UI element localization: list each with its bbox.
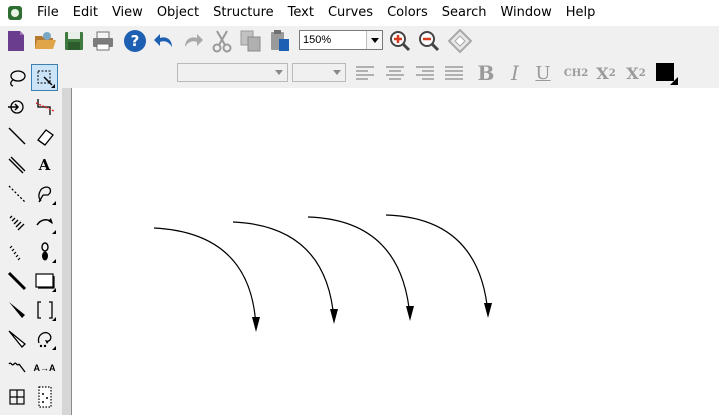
- chemical-symbols-tool[interactable]: [31, 325, 58, 352]
- copy-icon[interactable]: [238, 28, 264, 54]
- arrow-tool[interactable]: [31, 209, 58, 236]
- undo-icon[interactable]: [151, 28, 177, 54]
- table-tool[interactable]: [3, 383, 30, 410]
- help-icon[interactable]: ?: [122, 28, 148, 54]
- menu-structure[interactable]: Structure: [206, 0, 280, 26]
- align-center-icon[interactable]: [383, 61, 407, 85]
- menu-view[interactable]: View: [105, 0, 150, 26]
- curved-arrow[interactable]: [232, 221, 338, 324]
- menu-curves[interactable]: Curves: [321, 0, 380, 26]
- menu-object[interactable]: Object: [150, 0, 206, 26]
- menu-bar: File Edit View Object Structure Text Cur…: [0, 0, 719, 26]
- format-toolbar: B I U CH2 X2 X2: [62, 58, 719, 88]
- mass-fragmentation-tool[interactable]: [31, 93, 58, 120]
- wavy-bond-tool[interactable]: [3, 354, 30, 381]
- solid-bond-tool[interactable]: [3, 122, 30, 149]
- align-right-icon[interactable]: [413, 61, 437, 85]
- dashed-bond-tool[interactable]: [3, 180, 30, 207]
- menu-text[interactable]: Text: [281, 0, 321, 26]
- app-icon[interactable]: [8, 6, 22, 20]
- tlc-plate-tool[interactable]: [31, 383, 58, 410]
- font-select[interactable]: [177, 63, 288, 82]
- curved-arrow[interactable]: [307, 216, 414, 321]
- curved-arrow[interactable]: [153, 227, 260, 332]
- superscript-label: X: [626, 63, 639, 83]
- palette-splitter[interactable]: [62, 88, 71, 415]
- wedge-bond-tool[interactable]: [3, 296, 30, 323]
- save-icon[interactable]: [61, 28, 87, 54]
- double-bond-tool[interactable]: [3, 151, 30, 178]
- formula-button[interactable]: CH2: [562, 61, 590, 85]
- zoom-out-icon[interactable]: [416, 28, 442, 54]
- superscript-button[interactable]: X2: [622, 61, 650, 85]
- subscript-digit: 2: [608, 67, 616, 79]
- find-replace-tool[interactable]: A→A: [31, 354, 58, 381]
- chemdraw-window: File Edit View Object Structure Text Cur…: [0, 0, 719, 415]
- curved-arrow[interactable]: [385, 214, 492, 318]
- replace-tool-label: A→A: [33, 362, 56, 373]
- hashed-wedge-tool[interactable]: [3, 209, 30, 236]
- zoom-value: 150%: [303, 34, 332, 46]
- marquee-tool[interactable]: [31, 64, 58, 91]
- menu-window[interactable]: Window: [493, 0, 558, 26]
- bracket-tool[interactable]: [31, 296, 58, 323]
- subscript-button[interactable]: X2: [592, 61, 620, 85]
- menu-file[interactable]: File: [30, 0, 66, 26]
- redo-icon[interactable]: [180, 28, 206, 54]
- superscript-digit: 2: [638, 67, 646, 79]
- menu-edit[interactable]: Edit: [66, 0, 105, 26]
- zoom-in-icon[interactable]: [387, 28, 413, 54]
- text-color-swatch[interactable]: [656, 63, 678, 85]
- zoom-select[interactable]: 150%: [299, 30, 383, 50]
- lasso-tool[interactable]: [3, 64, 30, 91]
- new-document-icon[interactable]: [3, 28, 29, 54]
- print-icon[interactable]: [90, 28, 116, 54]
- svg-text:?: ?: [131, 32, 140, 50]
- bold-button[interactable]: B: [474, 61, 498, 85]
- hollow-wedge-tool[interactable]: [3, 325, 30, 352]
- menu-help[interactable]: Help: [559, 0, 603, 26]
- justify-icon[interactable]: [442, 61, 466, 85]
- menu-colors[interactable]: Colors: [380, 0, 435, 26]
- drawing-elements-tool[interactable]: [31, 267, 58, 294]
- cut-icon[interactable]: [209, 28, 235, 54]
- italic-button[interactable]: I: [503, 61, 527, 85]
- chevron-down-icon[interactable]: [329, 65, 344, 80]
- text-tool[interactable]: A: [31, 151, 58, 178]
- chevron-down-icon[interactable]: [366, 31, 382, 49]
- main-toolbar: ? 150%: [0, 26, 719, 56]
- bold-bond-tool[interactable]: [3, 267, 30, 294]
- eraser-tool[interactable]: [31, 122, 58, 149]
- fit-window-icon[interactable]: [447, 28, 473, 54]
- align-left-icon[interactable]: [353, 61, 377, 85]
- menu-search[interactable]: Search: [435, 0, 494, 26]
- text-tool-label: A: [38, 155, 51, 174]
- orbital-tool[interactable]: [31, 238, 58, 265]
- paste-icon[interactable]: [267, 28, 293, 54]
- font-size-select[interactable]: [292, 63, 346, 82]
- structure-perspective-tool[interactable]: [3, 93, 30, 120]
- hashed-bond-tool[interactable]: [3, 238, 30, 265]
- subscript-label: X: [596, 63, 609, 83]
- underline-button[interactable]: U: [531, 61, 555, 85]
- open-icon[interactable]: [32, 28, 58, 54]
- chevron-down-icon[interactable]: [271, 65, 286, 80]
- tool-palette: A A→A: [0, 64, 62, 415]
- pen-tool[interactable]: [31, 180, 58, 207]
- drawing-canvas[interactable]: [72, 88, 719, 415]
